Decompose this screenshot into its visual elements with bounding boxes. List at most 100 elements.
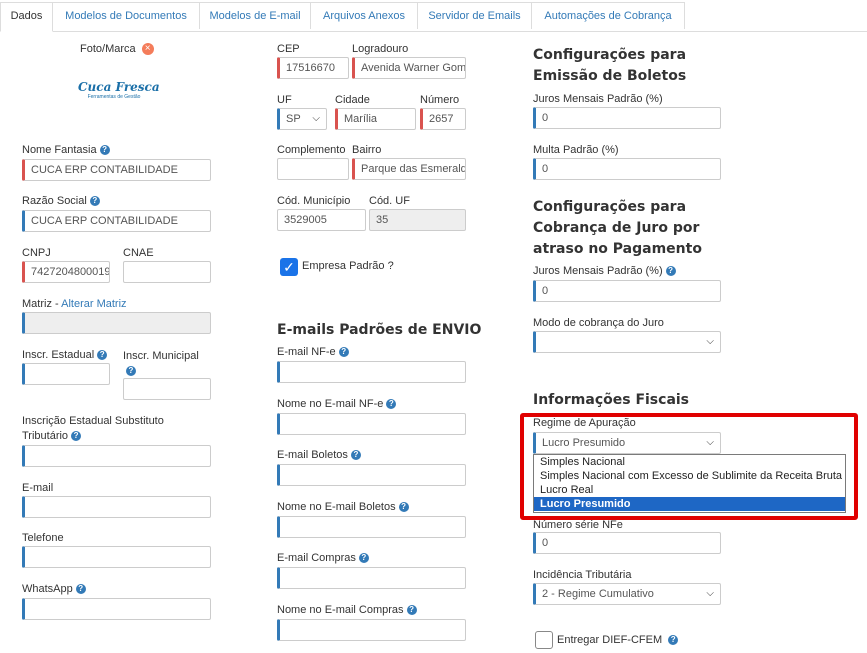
help-icon[interactable]: ?: [71, 431, 82, 442]
juros2-label-text: Juros Mensais Padrão (%): [533, 265, 663, 277]
email-compras-label: E-mail Compras?: [277, 552, 369, 564]
email-input[interactable]: [22, 496, 211, 518]
tab-dados[interactable]: Dados: [0, 2, 53, 32]
cidade-input[interactable]: Marília: [335, 108, 416, 130]
im-label-text: Inscr. Municipal: [123, 350, 199, 362]
help-icon[interactable]: ?: [668, 635, 679, 646]
inscricao-municipal-input[interactable]: [123, 378, 211, 400]
email-label: E-mail: [22, 482, 54, 494]
alterar-matriz-link[interactable]: Alterar Matriz: [61, 298, 126, 310]
help-icon[interactable]: ?: [97, 350, 108, 361]
telefone-label: Telefone: [22, 532, 64, 544]
cod-uf-input: 35: [369, 209, 466, 231]
help-icon[interactable]: ?: [350, 450, 361, 461]
razao-social-label-text: Razão Social: [22, 195, 87, 207]
nome-email-compras-label: Nome no E-mail Compras?: [277, 604, 417, 616]
nome-email-compras-input[interactable]: [277, 619, 466, 641]
modo-cobranca-label: Modo de cobrança do Juro: [533, 317, 664, 329]
incidencia-value: 2 - Regime Cumulativo: [542, 588, 654, 600]
tab-modelos-email[interactable]: Modelos de E-mail: [199, 2, 311, 29]
tab-servidor-emails[interactable]: Servidor de Emails: [417, 2, 532, 29]
cidade-label: Cidade: [335, 94, 370, 106]
email-boletos-label-text: E-mail Boletos: [277, 449, 348, 461]
cnae-input[interactable]: [123, 261, 211, 283]
logradouro-input[interactable]: Avenida Warner Gom: [352, 57, 466, 79]
complemento-input[interactable]: [277, 158, 349, 180]
help-icon[interactable]: ?: [338, 347, 349, 358]
iest-input[interactable]: [22, 445, 211, 467]
incidencia-label: Incidência Tributária: [533, 569, 632, 581]
juros-label: Juros Mensais Padrão (%): [533, 93, 663, 105]
help-icon[interactable]: ?: [406, 605, 417, 616]
tab-automacoes-cobranca[interactable]: Automações de Cobrança: [531, 2, 685, 29]
cod-municipio-input[interactable]: 3529005: [277, 209, 366, 231]
cep-input[interactable]: 17516670: [277, 57, 349, 79]
cobranca-section-title: Configurações para Cobrança de Juro por …: [533, 199, 702, 257]
empresa-padrao-checkbox[interactable]: ✓: [280, 258, 298, 276]
razao-social-label: Razão Social?: [22, 195, 100, 207]
help-icon[interactable]: ?: [75, 584, 86, 595]
nome-email-nfe-label-text: Nome no E-mail NF-e: [277, 398, 384, 410]
dief-cfem-label-text: Entregar DIEF-CFEM: [557, 634, 663, 646]
uf-value: SP: [286, 113, 301, 125]
tab-arquivos-anexos[interactable]: Arquivos Anexos: [310, 2, 418, 29]
nome-email-boletos-input[interactable]: [277, 516, 466, 538]
complemento-label: Complemento: [277, 144, 346, 156]
bairro-input[interactable]: Parque das Esmerald: [352, 158, 466, 180]
whatsapp-label-text: WhatsApp: [22, 583, 73, 595]
help-icon[interactable]: ?: [126, 366, 136, 377]
inscricao-estadual-input[interactable]: [22, 363, 110, 385]
cod-uf-label: Cód. UF: [369, 195, 410, 207]
incidencia-select[interactable]: 2 - Regime Cumulativo ⌵: [533, 583, 721, 605]
iest-label: Inscrição Estadual Substituto Tributário…: [22, 414, 182, 444]
email-nfe-label-text: E-mail NF-e: [277, 346, 336, 358]
juros-input[interactable]: 0: [533, 107, 721, 129]
foto-label: Foto/Marca ×: [80, 43, 154, 56]
dief-cfem-checkbox[interactable]: [535, 631, 553, 649]
email-boletos-label: E-mail Boletos?: [277, 449, 361, 461]
whatsapp-input[interactable]: [22, 598, 211, 620]
company-logo: Cuca Fresca Ferramentas de Gestão: [78, 80, 160, 104]
chevron-down-icon: ⌵: [706, 588, 714, 599]
help-icon[interactable]: ?: [99, 145, 110, 156]
email-nfe-label: E-mail NF-e?: [277, 346, 349, 358]
bairro-label: Bairro: [352, 144, 382, 156]
nome-fantasia-label: Nome Fantasia?: [22, 144, 110, 156]
nome-email-nfe-input[interactable]: [277, 413, 466, 435]
tab-bar: Dados Modelos de Documentos Modelos de E…: [0, 0, 867, 32]
cep-label: CEP: [277, 43, 300, 55]
help-icon[interactable]: ?: [665, 266, 676, 277]
email-compras-input[interactable]: [277, 567, 466, 589]
logo-text: Cuca Fresca: [78, 80, 160, 94]
nome-email-nfe-label: Nome no E-mail NF-e?: [277, 398, 397, 410]
multa-input[interactable]: 0: [533, 158, 721, 180]
tab-modelos-documentos[interactable]: Modelos de Documentos: [52, 2, 200, 29]
chevron-down-icon: ⌵: [312, 113, 320, 124]
nome-fantasia-label-text: Nome Fantasia: [22, 144, 97, 156]
matriz-label-text: Matriz -: [22, 298, 62, 310]
fiscais-section-title: Informações Fiscais: [533, 392, 690, 408]
uf-select[interactable]: SP ⌵: [277, 108, 327, 130]
telefone-input[interactable]: [22, 546, 211, 568]
help-icon[interactable]: ?: [358, 553, 369, 564]
razao-social-input[interactable]: CUCA ERP CONTABILIDADE: [22, 210, 211, 232]
help-icon[interactable]: ?: [398, 502, 409, 513]
remove-photo-icon[interactable]: ×: [141, 43, 154, 56]
numero-input[interactable]: 2657: [420, 108, 466, 130]
email-nfe-input[interactable]: [277, 361, 466, 383]
uf-label: UF: [277, 94, 292, 106]
emails-section-title: E-mails Padrões de ENVIO: [277, 322, 482, 338]
juros-cobranca-input[interactable]: 0: [533, 280, 721, 302]
help-icon[interactable]: ?: [89, 196, 100, 207]
modo-cobranca-select[interactable]: ⌵: [533, 331, 721, 353]
email-boletos-input[interactable]: [277, 464, 466, 486]
empresa-padrao-label: Empresa Padrão ?: [302, 260, 394, 272]
im-label: Inscr. Municipal?: [123, 349, 203, 379]
nome-fantasia-input[interactable]: CUCA ERP CONTABILIDADE: [22, 159, 211, 181]
help-icon[interactable]: ?: [386, 399, 397, 410]
dief-cfem-label: Entregar DIEF-CFEM?: [557, 634, 679, 646]
cnpj-label: CNPJ: [22, 247, 51, 259]
logo-subtitle: Ferramentas de Gestão: [87, 94, 141, 100]
serie-nfe-input[interactable]: 0: [533, 532, 721, 554]
cnpj-input[interactable]: 7427204800019: [22, 261, 110, 283]
